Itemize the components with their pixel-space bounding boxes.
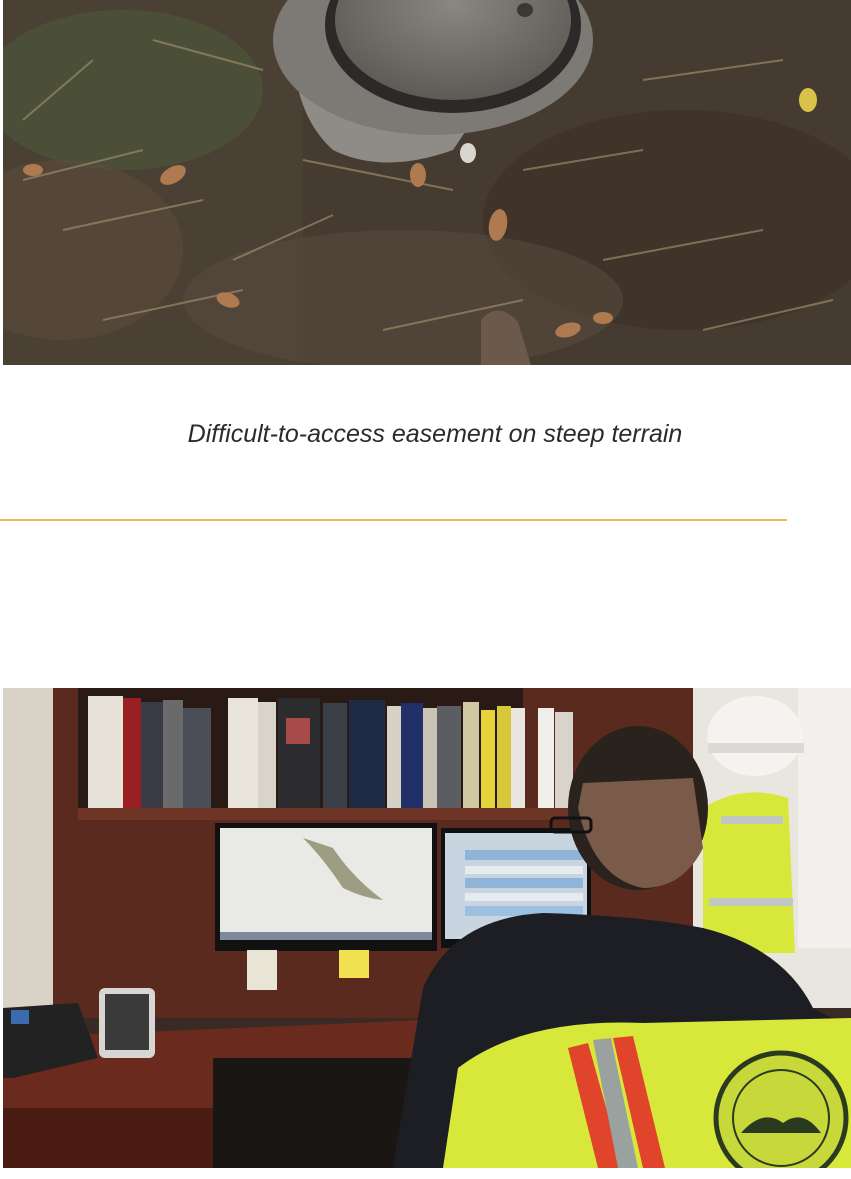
photo-caption: Difficult-to-access easement on steep te… (187, 420, 683, 448)
easement-photo (3, 0, 851, 365)
section-divider (0, 519, 787, 521)
office-workstation-photo (3, 688, 851, 1168)
